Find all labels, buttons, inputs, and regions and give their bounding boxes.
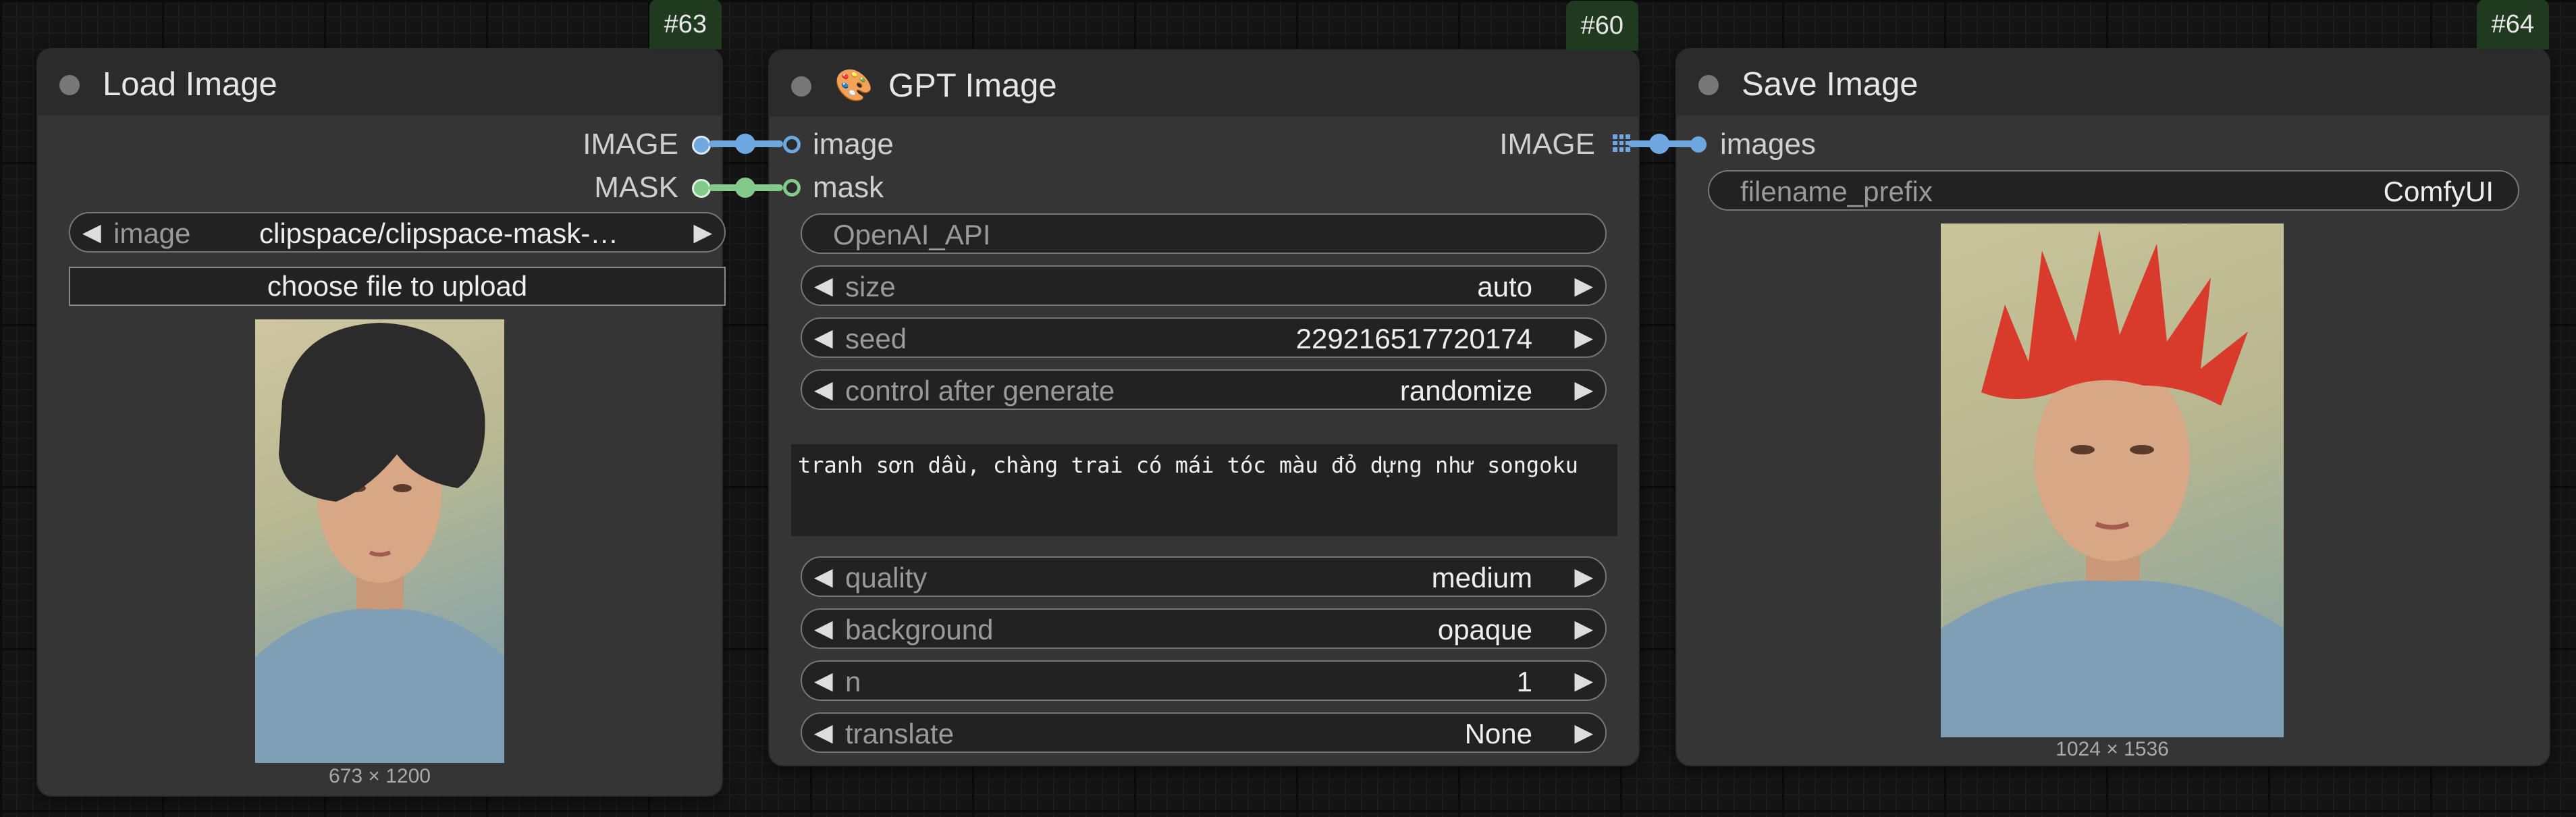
node-id-badge: #60 <box>1565 1 1638 51</box>
input-label-mask: mask <box>813 171 884 204</box>
increment-arrow-icon[interactable]: ▶ <box>1574 562 1593 591</box>
translate-combo[interactable]: ◀ translate None ▶ <box>801 712 1607 753</box>
widget-name: translate <box>845 718 955 749</box>
increment-arrow-icon[interactable]: ▶ <box>1574 614 1593 643</box>
widget-name: seed <box>845 323 907 354</box>
increment-arrow-icon[interactable]: ▶ <box>1574 375 1593 404</box>
decrement-arrow-icon[interactable]: ◀ <box>814 271 833 300</box>
palette-icon: 🎨 <box>834 68 874 103</box>
size-combo[interactable]: ◀ size auto ▶ <box>801 265 1607 306</box>
save-image-node[interactable]: #64 Save Image images filename_prefix Co… <box>1677 0 2549 765</box>
input-slot-mask[interactable] <box>783 179 801 196</box>
input-label-images: images <box>1720 128 1816 161</box>
widget-value: None <box>1464 718 1532 749</box>
widget-value: 229216517720174 <box>1295 323 1532 354</box>
seed-number[interactable]: ◀ seed 229216517720174 ▶ <box>801 317 1607 358</box>
control-after-generate-combo[interactable]: ◀ control after generate randomize ▶ <box>801 369 1607 410</box>
decrement-arrow-icon[interactable]: ◀ <box>814 323 833 352</box>
input-slot-image[interactable] <box>783 136 801 153</box>
load-image-node[interactable]: #63 Load Image IMAGE MASK ◀ image clipsp… <box>38 0 726 795</box>
widget-name: background <box>845 614 994 645</box>
widget-name: control after generate <box>845 375 1115 406</box>
gpt-image-node[interactable]: #60 🎨 GPT Image image mask IMAGE OpenAI_… <box>770 1 1638 765</box>
increment-arrow-icon[interactable]: ▶ <box>1574 718 1593 747</box>
node-id-badge: #64 <box>2476 0 2549 49</box>
node-id-badge: #63 <box>649 0 722 49</box>
painting-figure <box>1941 230 2284 737</box>
collapse-dot-icon[interactable] <box>791 76 811 97</box>
images-link-midpoint[interactable] <box>1649 134 1669 154</box>
output-slot-mask[interactable] <box>692 179 711 198</box>
n-number[interactable]: ◀ n 1 ▶ <box>801 660 1607 701</box>
output-label-image: IMAGE <box>1499 128 1595 161</box>
widget-value: ComfyUI <box>2383 176 2494 207</box>
increment-arrow-icon[interactable]: ▶ <box>693 218 712 246</box>
node-title: Save Image <box>1742 66 1918 103</box>
image-size-label: 1024 × 1536 <box>2056 738 2169 760</box>
input-label-image: image <box>813 128 894 161</box>
prompt-textarea[interactable]: tranh sơn dầu, chàng trai có mái tóc màu… <box>791 444 1617 536</box>
node-title: Load Image <box>103 66 277 103</box>
collapse-dot-icon[interactable] <box>59 75 80 95</box>
mask-link-midpoint[interactable] <box>735 178 755 198</box>
increment-arrow-icon[interactable]: ▶ <box>1574 666 1593 695</box>
node-title: GPT Image <box>888 68 1057 104</box>
output-label-mask: MASK <box>594 171 678 204</box>
decrement-arrow-icon[interactable]: ◀ <box>814 375 833 404</box>
node-header[interactable]: Save Image <box>1677 49 2549 115</box>
collapse-dot-icon[interactable] <box>1698 75 1719 95</box>
painting-figure <box>255 323 504 763</box>
filename-prefix-input[interactable]: filename_prefix ComfyUI <box>1708 170 2519 211</box>
image-link-midpoint[interactable] <box>735 134 755 154</box>
output-slot-image[interactable] <box>692 136 711 155</box>
node-header[interactable]: Load Image <box>38 49 722 115</box>
openai-api-input[interactable]: OpenAI_API <box>801 213 1607 254</box>
increment-arrow-icon[interactable]: ▶ <box>1574 271 1593 300</box>
widget-value: auto <box>1477 271 1532 302</box>
widget-name: quality <box>845 562 928 594</box>
increment-arrow-icon[interactable]: ▶ <box>1574 323 1593 352</box>
upload-button[interactable]: choose file to upload <box>69 267 726 306</box>
image-size-label: 673 × 1200 <box>329 765 431 787</box>
widget-value: clipspace/clipspace-mask-… <box>259 217 619 249</box>
decrement-arrow-icon[interactable]: ◀ <box>82 218 101 246</box>
widget-value: randomize <box>1399 375 1532 406</box>
widget-value: 1 <box>1516 666 1532 697</box>
decrement-arrow-icon[interactable]: ◀ <box>814 718 833 747</box>
output-label-image: IMAGE <box>583 128 678 161</box>
widget-name: n <box>845 666 861 697</box>
widget-name: size <box>845 271 896 302</box>
decrement-arrow-icon[interactable]: ◀ <box>814 666 833 695</box>
quality-combo[interactable]: ◀ quality medium ▶ <box>801 556 1607 597</box>
widget-name: image <box>113 217 191 249</box>
background-combo[interactable]: ◀ background opaque ▶ <box>801 608 1607 649</box>
widget-name: filename_prefix <box>1740 176 1933 207</box>
widget-value: medium <box>1431 562 1532 594</box>
node-header[interactable]: 🎨 GPT Image <box>770 51 1638 117</box>
widget-name: OpenAI_API <box>833 219 991 251</box>
widget-value: opaque <box>1437 614 1532 645</box>
input-image-preview <box>255 319 504 763</box>
decrement-arrow-icon[interactable]: ◀ <box>814 614 833 643</box>
image-combo[interactable]: ◀ image clipspace/clipspace-mask-… ▶ <box>69 212 726 253</box>
output-image-preview <box>1941 223 2284 737</box>
decrement-arrow-icon[interactable]: ◀ <box>814 562 833 591</box>
